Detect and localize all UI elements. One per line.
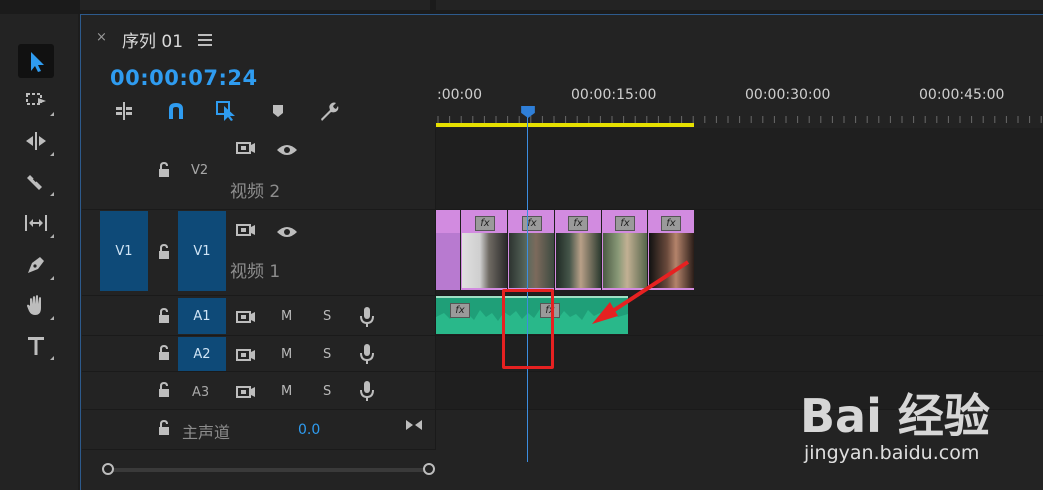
fx-badge[interactable]: fx bbox=[522, 216, 542, 231]
solo-button-a1[interactable]: S bbox=[323, 309, 331, 324]
ruler-label-0: :00:00 bbox=[437, 87, 483, 103]
playhead-timecode[interactable]: 00:00:07:24 bbox=[110, 66, 258, 90]
ruler-label-45: 00:00:45:00 bbox=[919, 87, 1005, 103]
solo-button-a3[interactable]: S bbox=[323, 384, 331, 399]
microphone-icon-a2[interactable] bbox=[360, 343, 374, 369]
microphone-icon-a1[interactable] bbox=[360, 306, 374, 332]
mute-button-a3[interactable]: M bbox=[281, 384, 292, 399]
track-target-a2[interactable]: A2 bbox=[178, 337, 226, 371]
mute-button-a2[interactable]: M bbox=[281, 347, 292, 362]
track-name-v2: 视频 2 bbox=[230, 182, 281, 202]
annotation-arrow bbox=[592, 260, 690, 324]
sync-lock-icon-a1[interactable] bbox=[236, 309, 256, 328]
solo-button-a2[interactable]: S bbox=[323, 347, 331, 362]
razor-tool[interactable] bbox=[18, 164, 54, 198]
arrow-icon bbox=[31, 52, 44, 72]
track-select-icon bbox=[26, 93, 46, 105]
source-patch-v1[interactable]: V1 bbox=[100, 211, 148, 291]
slip-icon bbox=[25, 215, 47, 231]
top-panel-edge bbox=[80, 0, 430, 10]
mute-button-a1[interactable]: M bbox=[281, 309, 292, 324]
playhead-line bbox=[527, 112, 528, 462]
wrench-icon[interactable] bbox=[316, 100, 340, 122]
microphone-icon-a3[interactable] bbox=[360, 380, 374, 406]
sync-lock-icon-v2[interactable] bbox=[236, 140, 256, 159]
sync-lock-icon-v1[interactable] bbox=[236, 222, 256, 241]
sync-lock-icon-a3[interactable] bbox=[236, 384, 256, 403]
track-label-a3[interactable]: A3 bbox=[192, 385, 209, 400]
track-label-v2[interactable]: V2 bbox=[191, 163, 208, 178]
hand-icon bbox=[27, 295, 41, 315]
baidu-watermark-logo: Bai 经验 bbox=[800, 389, 990, 443]
fx-badge[interactable]: fx bbox=[475, 216, 495, 231]
ripple-edit-tool[interactable] bbox=[18, 124, 54, 158]
fx-badge[interactable]: fx bbox=[615, 216, 635, 231]
scroll-handle-left[interactable] bbox=[102, 463, 114, 475]
eye-icon-v2[interactable] bbox=[276, 142, 298, 161]
horizontal-scrollbar[interactable] bbox=[112, 468, 428, 472]
sync-lock-icon-a2[interactable] bbox=[236, 347, 256, 366]
type-tool[interactable] bbox=[18, 328, 54, 362]
type-icon bbox=[28, 337, 44, 355]
track-target-a1[interactable]: A1 bbox=[178, 298, 226, 334]
hand-tool[interactable] bbox=[18, 288, 54, 322]
pen-icon bbox=[28, 257, 44, 273]
fx-badge[interactable]: fx bbox=[661, 216, 681, 231]
bowtie-icon[interactable] bbox=[405, 416, 423, 435]
selection-tool[interactable] bbox=[18, 44, 54, 78]
playhead-handle[interactable] bbox=[520, 106, 536, 118]
lock-icon-master[interactable] bbox=[157, 419, 171, 436]
top-strip bbox=[0, 0, 1043, 14]
ruler-label-15: 00:00:15:00 bbox=[571, 87, 657, 103]
fx-badge-audio[interactable]: fx bbox=[450, 303, 470, 318]
close-tab-button[interactable]: × bbox=[96, 30, 107, 45]
razor-icon bbox=[27, 175, 42, 190]
work-area-bar[interactable] bbox=[436, 123, 694, 127]
video-thumbnail bbox=[462, 233, 507, 288]
video-clip-1-body bbox=[436, 233, 460, 290]
ruler-label-30: 00:00:30:00 bbox=[745, 87, 831, 103]
annotation-box bbox=[502, 289, 554, 369]
lock-icon-v1[interactable] bbox=[157, 243, 171, 260]
add-marker-icon[interactable] bbox=[266, 100, 290, 122]
master-track-name: 主声道 bbox=[182, 423, 231, 442]
master-volume-value[interactable]: 0.0 bbox=[298, 422, 320, 438]
top-panel-edge-right bbox=[436, 0, 1043, 10]
panel-menu-icon[interactable] bbox=[198, 31, 212, 50]
lock-icon-v2[interactable] bbox=[157, 161, 171, 178]
fx-badge[interactable]: fx bbox=[568, 216, 588, 231]
track-select-tool[interactable] bbox=[18, 84, 54, 118]
lock-icon-a3[interactable] bbox=[157, 381, 171, 398]
scroll-handle-right[interactable] bbox=[423, 463, 435, 475]
sequence-tab-title[interactable]: 序列 01 bbox=[122, 27, 183, 52]
video-thumbnail bbox=[509, 233, 554, 288]
slip-tool[interactable] bbox=[18, 206, 54, 240]
track-target-v1[interactable]: V1 bbox=[178, 211, 226, 291]
pen-tool[interactable] bbox=[18, 248, 54, 282]
ripple-edit-icon bbox=[26, 132, 46, 150]
insert-nest-icon[interactable] bbox=[112, 100, 136, 122]
snap-icon[interactable] bbox=[164, 100, 188, 122]
lock-icon-a2[interactable] bbox=[157, 344, 171, 361]
track-name-v1: 视频 1 bbox=[230, 262, 281, 282]
baidu-watermark-url: jingyan.baidu.com bbox=[804, 442, 980, 464]
linked-selection-icon[interactable] bbox=[214, 100, 238, 122]
lock-icon-a1[interactable] bbox=[157, 307, 171, 324]
eye-icon-v1[interactable] bbox=[276, 224, 298, 243]
